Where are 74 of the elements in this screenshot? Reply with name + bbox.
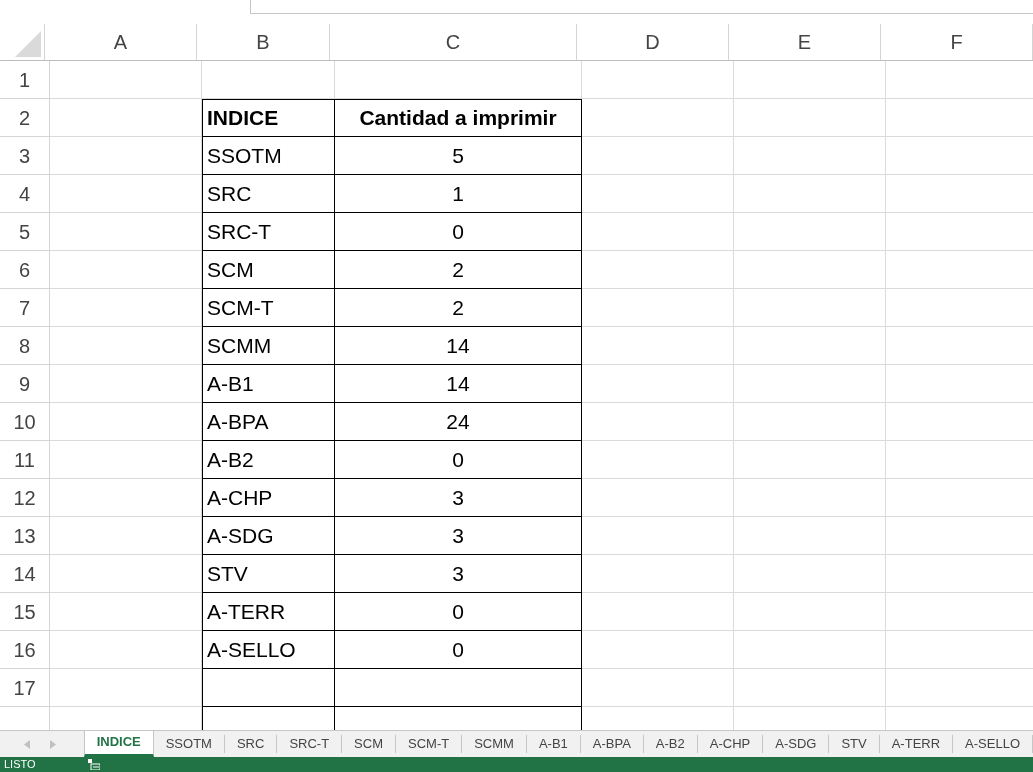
sheet-tab[interactable]: A-BPA <box>580 731 643 757</box>
sheet-tab[interactable]: SCM-T <box>396 731 462 757</box>
row-header[interactable]: 4 <box>0 175 50 213</box>
row-header[interactable]: 15 <box>0 593 50 631</box>
row-header[interactable]: 16 <box>0 631 50 669</box>
grid-cell: 0 <box>335 631 582 669</box>
column-header[interactable]: A <box>45 24 197 60</box>
grid-cell: A-SDG <box>202 517 335 555</box>
sheet-tab[interactable]: SSOTM <box>153 731 224 757</box>
column-header[interactable]: F <box>881 24 1033 60</box>
grid-cell: 2 <box>335 289 582 327</box>
grid-cell: A-TERR <box>202 593 335 631</box>
row-header[interactable]: 17 <box>0 669 50 707</box>
sheet-tab[interactable]: SCMM <box>462 731 526 757</box>
grid-cell: INDICE <box>202 99 335 137</box>
right-arrow-icon[interactable] <box>50 739 56 749</box>
grid-cell: A-B1 <box>202 365 335 403</box>
left-arrow-icon[interactable] <box>24 739 30 749</box>
grid-cell: 0 <box>335 213 582 251</box>
grid-cell: SSOTM <box>202 137 335 175</box>
row-header[interactable]: 3 <box>0 137 50 175</box>
sheet-tab[interactable]: A-B2 <box>643 731 697 757</box>
column-header[interactable]: B <box>197 24 330 60</box>
macro-record-icon[interactable] <box>88 759 100 770</box>
sheet-tab[interactable]: SCM <box>342 731 395 757</box>
grid-cell: SRC-T <box>202 213 335 251</box>
grid-cell: Cantidad a imprimir <box>335 99 582 137</box>
sheet-tab[interactable]: SRC <box>224 731 277 757</box>
sheet-tab[interactable]: SRC-T <box>277 731 342 757</box>
row-header[interactable]: 13 <box>0 517 50 555</box>
formula-bar[interactable] <box>250 0 1033 14</box>
grid-cell: 3 <box>335 517 582 555</box>
sheet-tab[interactable]: A-TERR <box>879 731 953 757</box>
grid-cell: A-CHP <box>202 479 335 517</box>
sheet-tab[interactable]: STV <box>829 731 879 757</box>
grid-cell: 3 <box>335 479 582 517</box>
grid-cell: STV <box>202 555 335 593</box>
sheet-tab[interactable]: A-SELLO <box>953 731 1032 757</box>
sheet-tab[interactable]: A-CHP <box>697 731 763 757</box>
grid-cell: A-BPA <box>202 403 335 441</box>
corner-triangle-icon <box>15 31 41 57</box>
row-header[interactable]: 5 <box>0 213 50 251</box>
grid-cell: SCM-T <box>202 289 335 327</box>
grid-cell: A-B2 <box>202 441 335 479</box>
grid-cell: 5 <box>335 137 582 175</box>
sheet-tab[interactable]: INDICE <box>83 730 154 757</box>
row-header[interactable]: 9 <box>0 365 50 403</box>
row-header[interactable]: 11 <box>0 441 50 479</box>
row-header[interactable]: 6 <box>0 251 50 289</box>
grid-cell: 1 <box>335 175 582 213</box>
row-header[interactable]: 12 <box>0 479 50 517</box>
grid-cell: SCMM <box>202 327 335 365</box>
sheet-tab[interactable]: A-B1 <box>526 731 580 757</box>
grid-cell: SRC <box>202 175 335 213</box>
row-header[interactable]: 2 <box>0 99 50 137</box>
grid-cell: 24 <box>335 403 582 441</box>
status-text: LISTO <box>3 759 37 770</box>
column-header[interactable]: C <box>330 24 577 60</box>
grid-cell: 2 <box>335 251 582 289</box>
grid-cell: 0 <box>335 441 582 479</box>
row-header[interactable]: 14 <box>0 555 50 593</box>
grid-cell: 14 <box>335 365 582 403</box>
row-header[interactable]: 10 <box>0 403 50 441</box>
column-header[interactable]: D <box>577 24 729 60</box>
grid-cell: 0 <box>335 593 582 631</box>
grid-cell: SCM <box>202 251 335 289</box>
row-header[interactable]: 7 <box>0 289 50 327</box>
row-header[interactable]: 1 <box>0 61 50 99</box>
sheet-tab[interactable]: A-SDG <box>763 731 829 757</box>
grid-cell: 14 <box>335 327 582 365</box>
grid-cell: 3 <box>335 555 582 593</box>
grid-cell: A-SELLO <box>202 631 335 669</box>
column-header[interactable]: E <box>729 24 881 60</box>
row-header[interactable]: 8 <box>0 327 50 365</box>
